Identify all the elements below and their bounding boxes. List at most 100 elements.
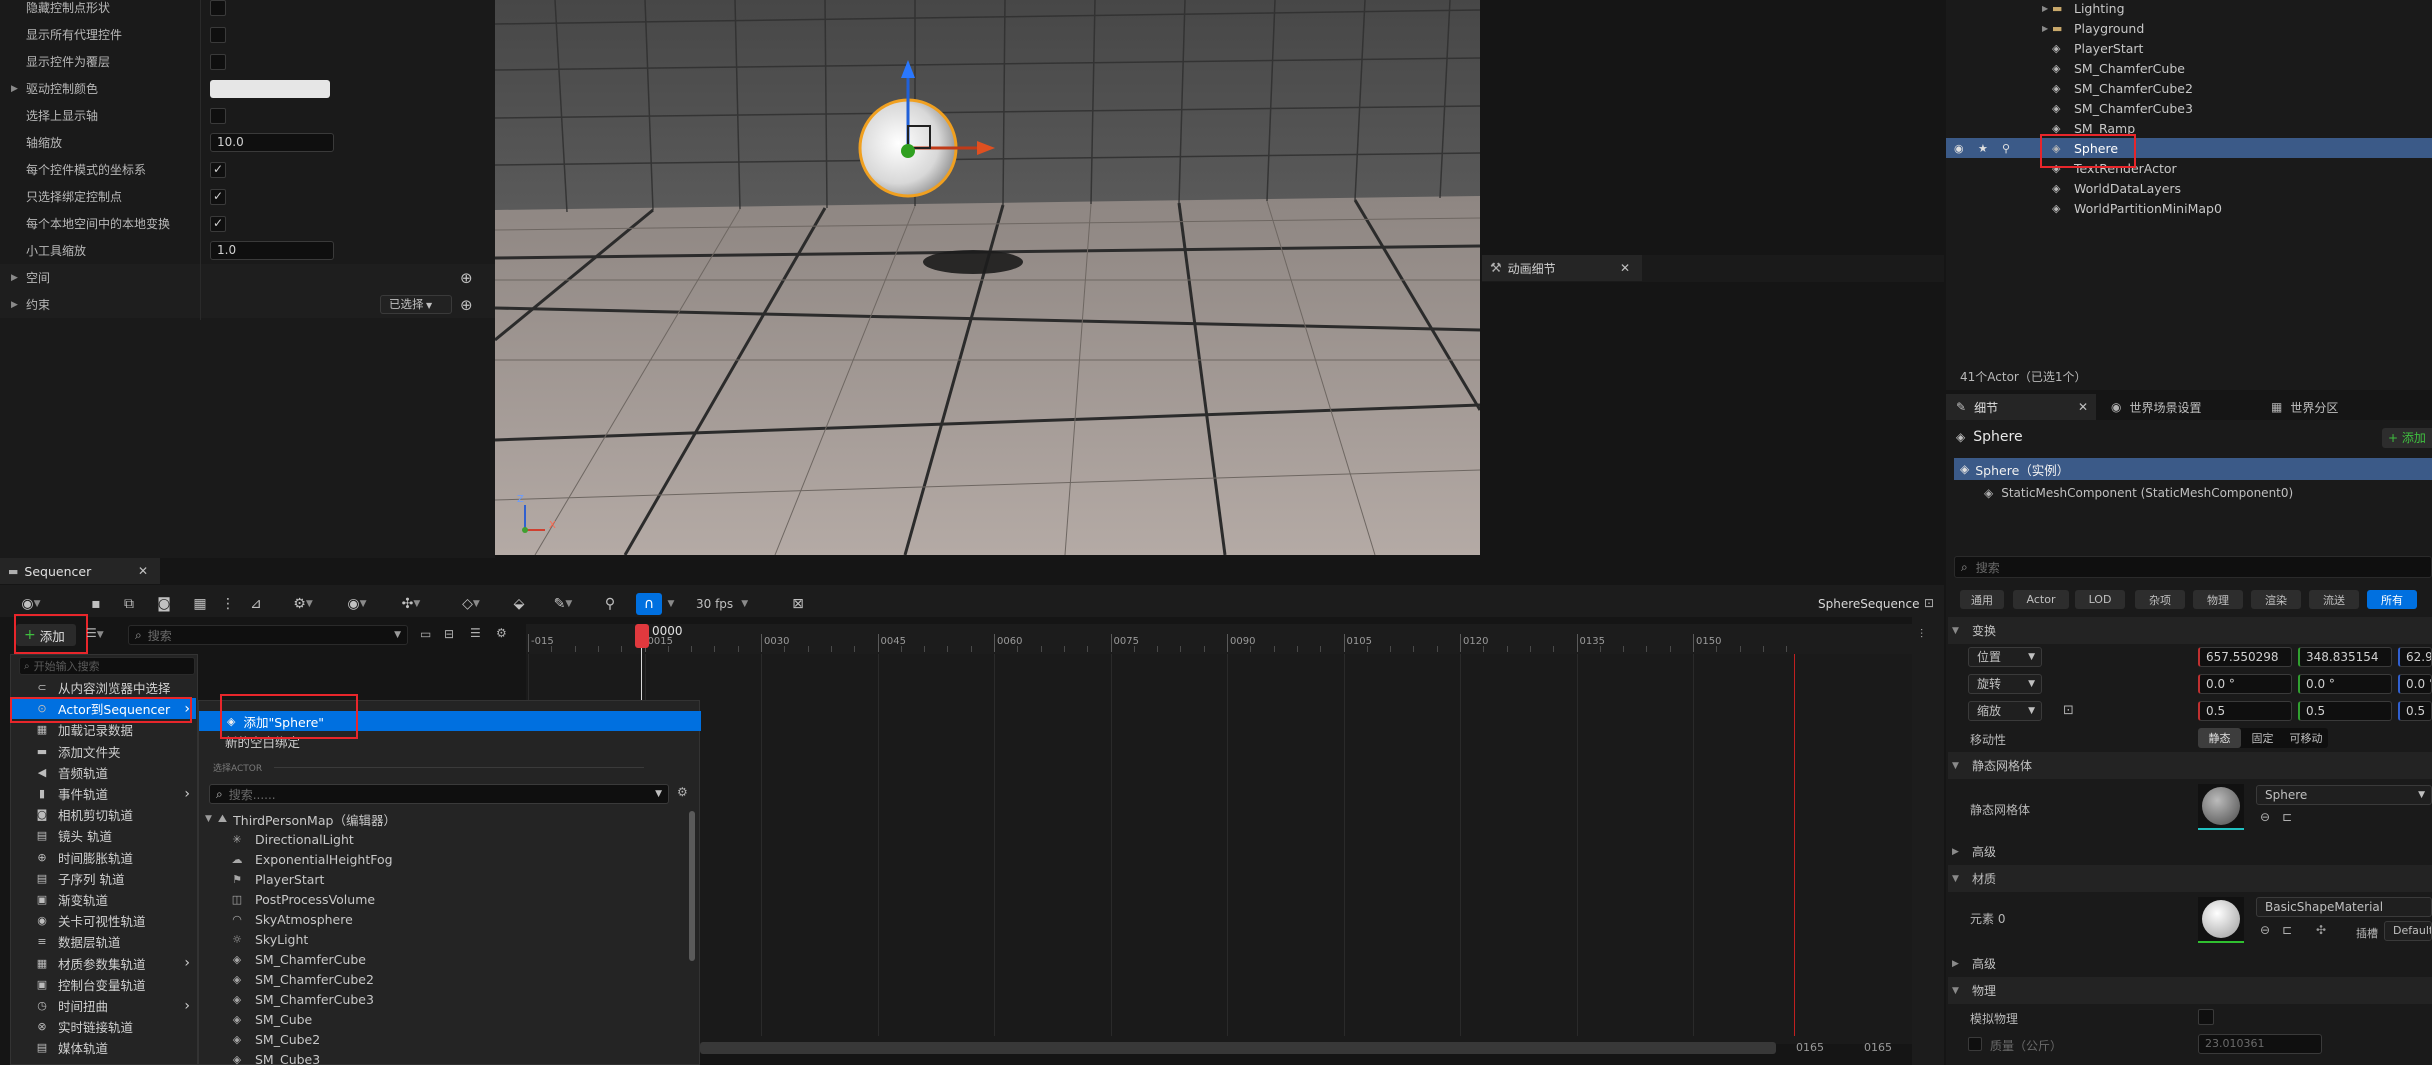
actor-list-item[interactable]: ☁ ExponentialHeightFog xyxy=(199,849,697,869)
gear-icon[interactable]: ⚙ xyxy=(677,785,688,799)
constraint-dropdown[interactable]: 已选择 ▼ xyxy=(380,295,452,314)
menu-item[interactable]: ◉ 关卡可视性轨道 xyxy=(10,910,196,931)
render-icon[interactable]: ▦ xyxy=(186,593,214,615)
rotation-x-field[interactable]: 0.0 ° xyxy=(2198,674,2292,694)
menu-item[interactable]: ▤ 子序列 轨道 xyxy=(10,868,196,889)
mobility-movable[interactable]: 可移动 xyxy=(2284,728,2328,748)
number-field[interactable]: 10.0 xyxy=(210,133,334,152)
material-dropdown[interactable]: BasicShapeMaterial xyxy=(2256,897,2432,917)
filter-all[interactable]: 所有 xyxy=(2367,590,2417,609)
close-icon[interactable]: ✕ xyxy=(2078,400,2088,414)
property-checkbox[interactable] xyxy=(210,215,226,232)
actor-list-item[interactable]: ◈ SM_Cube3 xyxy=(199,1049,697,1065)
menu-item[interactable]: ⊂ 从内容浏览器中选择 xyxy=(10,677,196,698)
actor-list-item[interactable]: ◠ SkyAtmosphere xyxy=(199,909,697,929)
section-advanced-2[interactable]: ▶ 高级 xyxy=(1948,950,2432,977)
tab-details[interactable]: ✎ 细节 ✕ xyxy=(1946,394,2096,420)
property-checkbox[interactable] xyxy=(210,26,226,43)
section-transform[interactable]: ▼ 变换 xyxy=(1948,617,2432,644)
menu-item[interactable]: ◙ 相机剪切轨道 xyxy=(10,804,196,825)
menu-item[interactable]: ▤ 媒体轨道 xyxy=(10,1037,196,1058)
property-checkbox[interactable] xyxy=(210,188,226,205)
chevron-right-icon[interactable]: ▶ xyxy=(11,273,18,283)
actor-list-item[interactable]: ☼ SkyLight xyxy=(199,929,697,949)
track-search-box[interactable]: ⌕ 搜索 ▼ xyxy=(128,625,408,645)
filter-streaming[interactable]: 流送 xyxy=(2309,590,2359,609)
key-tools-icon[interactable]: ⚙ ▼ xyxy=(284,593,322,615)
settings-icon[interactable]: ✣ xyxy=(2316,923,2326,937)
world-icon[interactable]: ◉ ▼ xyxy=(14,593,48,615)
static-mesh-thumbnail[interactable] xyxy=(2198,784,2244,830)
close-icon[interactable]: ✕ xyxy=(138,564,148,578)
playback-options-icon[interactable]: ✣ ▼ xyxy=(392,593,430,615)
actor-list-item[interactable]: ◈ SM_ChamferCube xyxy=(199,949,697,969)
actor-list-item[interactable]: ◈ SM_Cube xyxy=(199,1009,697,1029)
component-instance-row[interactable]: ◈ Sphere（实例） xyxy=(1954,458,2432,480)
menu-item[interactable]: ▣ 渐变轨道 xyxy=(10,889,196,910)
rotation-z-field[interactable]: 0.0 ° xyxy=(2398,674,2432,694)
scale-dropdown[interactable]: 缩放 ▼ xyxy=(1968,701,2042,721)
location-x-field[interactable]: 657.550298 xyxy=(2198,647,2292,667)
menu-item[interactable]: ▮ 事件轨道 › xyxy=(10,783,196,804)
gear-icon[interactable]: ⚙ xyxy=(496,626,507,640)
actor-list-item[interactable]: ✳ DirectionalLight xyxy=(199,829,697,849)
menu-item[interactable]: ▦ 材质参数集轨道 › xyxy=(10,953,196,974)
details-search-box[interactable]: ⌕ 搜索 xyxy=(1954,556,2432,578)
tab-world-settings[interactable]: ◉ 世界场景设置 xyxy=(2111,394,2261,420)
location-dropdown[interactable]: 位置 ▼ xyxy=(1968,647,2042,667)
close-icon[interactable]: ✕ xyxy=(1620,261,1630,275)
curve-editor-icon[interactable]: ⊿ xyxy=(244,593,268,615)
timeline-scrollbar[interactable] xyxy=(700,1042,1776,1054)
snap-options-icon[interactable]: ▼ xyxy=(665,593,677,615)
chevron-right-icon[interactable]: ▶ xyxy=(11,84,18,94)
actor-list-scrollbar[interactable] xyxy=(689,811,695,961)
menu-item[interactable]: ◀ 音频轨道 xyxy=(10,762,196,783)
browse-folder-icon[interactable]: ⊏ xyxy=(2282,810,2292,824)
outliner-item[interactable]: ◈ PlayerStart xyxy=(1946,38,2432,58)
more-icon[interactable]: ⋮ xyxy=(221,593,235,615)
timeline-track-area[interactable] xyxy=(526,654,1912,1044)
filter-render[interactable]: 渲染 xyxy=(2251,590,2301,609)
save-as-icon[interactable]: ⧉ xyxy=(118,593,140,615)
menu-item[interactable]: ▣ 控制台变量轨道 xyxy=(10,974,196,995)
menu-search-box[interactable]: ⌕ 开始输入搜索 xyxy=(19,657,195,675)
list-icon[interactable]: ☰ xyxy=(470,626,481,640)
mobility-static[interactable]: 静态 xyxy=(2198,728,2241,748)
location-z-field[interactable]: 62.965 xyxy=(2398,647,2432,667)
timeline-ruler[interactable]: -015 0015 0030 0045 0060 0075 0090 0105 0120 0135… xyxy=(526,624,1912,654)
section-advanced-1[interactable]: ▶ 高级 xyxy=(1948,838,2432,865)
mobility-stationary[interactable]: 固定 xyxy=(2241,728,2284,748)
simulate-physics-checkbox[interactable] xyxy=(2198,1009,2214,1025)
actor-list-item[interactable]: ◈ SM_ChamferCube3 xyxy=(199,989,697,1009)
rotation-dropdown[interactable]: 旋转 ▼ xyxy=(1968,674,2042,694)
menu-item[interactable]: ◷ 时间扭曲 › xyxy=(10,995,196,1016)
static-mesh-dropdown[interactable]: Sphere ▼ xyxy=(2256,785,2432,805)
range-start-icon[interactable]: ▭ xyxy=(420,627,431,641)
section-physics[interactable]: ▼ 物理 xyxy=(1948,977,2432,1004)
property-checkbox[interactable] xyxy=(210,53,226,70)
add-component-button[interactable]: + 添加 xyxy=(2382,428,2432,448)
actor-list-item[interactable]: ◈ SM_Cube2 xyxy=(199,1029,697,1049)
outliner-item[interactable]: ◈ WorldPartitionMiniMap0 xyxy=(1946,198,2432,218)
camera-icon[interactable]: ◙ xyxy=(152,593,176,615)
visibility-icon[interactable]: ◉ ▼ xyxy=(338,593,376,615)
save-icon[interactable]: ▪ xyxy=(86,593,106,615)
actor-search-box[interactable]: ⌕ 搜索...... ▼ xyxy=(209,784,669,804)
filter-misc[interactable]: 杂项 xyxy=(2135,590,2185,609)
actor-list-item[interactable]: ◈ SM_ChamferCube2 xyxy=(199,969,697,989)
chevron-right-icon[interactable]: ▶ xyxy=(11,300,18,310)
marker-icon[interactable]: ⚲ xyxy=(600,593,620,615)
playhead-handle[interactable] xyxy=(635,624,649,648)
eye-icon[interactable]: ◉ xyxy=(1954,142,1964,155)
menu-item[interactable]: ▬ 添加文件夹 xyxy=(10,741,196,762)
menu-item[interactable]: ≡ 数据层轨道 xyxy=(10,931,196,952)
tab-world-partition[interactable]: ▦ 世界分区 xyxy=(2271,394,2421,420)
number-field[interactable]: 1.0 xyxy=(210,241,334,260)
filter-physics[interactable]: 物理 xyxy=(2193,590,2243,609)
outliner-item[interactable]: ◈ WorldDataLayers xyxy=(1946,178,2432,198)
property-checkbox[interactable] xyxy=(210,0,226,16)
map-row[interactable]: ▼ ⛰ ThirdPersonMap（编辑器） xyxy=(199,809,697,829)
actor-list-item[interactable]: ◫ PostProcessVolume xyxy=(199,889,697,909)
menu-item[interactable]: ▤ 镜头 轨道 xyxy=(10,825,196,846)
browse-arrow-icon[interactable]: ⊖ xyxy=(2260,923,2270,937)
